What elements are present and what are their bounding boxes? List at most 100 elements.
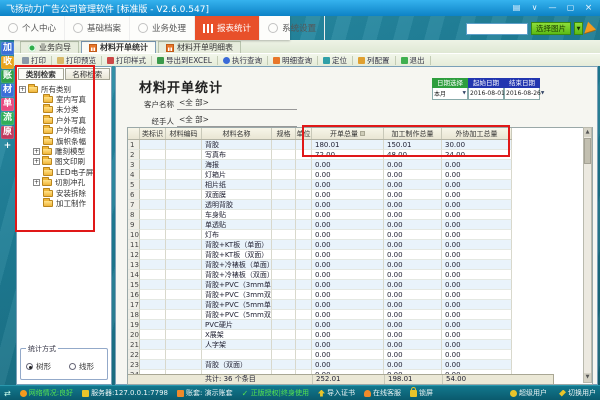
nav-item-4[interactable]: 系统设置 [260,16,325,40]
cell-open-total: 0.00 [312,240,384,250]
column-header-2[interactable]: 材料名称 [202,128,272,139]
toolbar-button-0[interactable]: 打印 [18,55,50,66]
account-book-icon [177,390,184,397]
date-col-value[interactable]: 2016-08-01▼ [468,88,504,100]
table-row[interactable]: 16背胶+PVC（3mm双0.000.000.00 [128,290,512,300]
cell-process-total: 0.00 [384,290,442,300]
nav-item-2[interactable]: 业务处理 [130,16,195,40]
side-tab-1[interactable]: 收 [1,56,14,69]
side-tab-7[interactable]: + [1,140,14,153]
toolbar-button-1[interactable]: 打印预览 [53,55,100,66]
table-row[interactable]: 12背胶+KT板（双面）0.000.000.00 [128,250,512,260]
tab-2[interactable]: 材料开单明细表 [158,41,241,53]
table-row[interactable]: 21人字架0.000.000.00 [128,340,512,350]
nav-item-3[interactable]: 报表统计 [195,16,260,40]
status-right-item-1[interactable]: 切换用户 [559,388,596,398]
super-user-icon [510,390,517,397]
table-row[interactable]: 9单透贴0.000.000.00 [128,220,512,230]
toolbar-button-label: 执行查询 [232,55,262,66]
stats-radio-1[interactable]: 线形 [69,361,94,372]
table-row[interactable]: 5相片纸0.000.000.00 [128,180,512,190]
side-tab-2[interactable]: 账 [1,70,14,83]
status-item-5[interactable]: 在线客服 [364,388,401,398]
maximize-button[interactable] [565,3,576,13]
table-row[interactable]: 23背胶（双面）0.000.000.00 [128,360,512,370]
cell-material-name: 背胶+PVC（5mm双 [202,310,272,320]
table-row[interactable]: 17背胶+PVC（5mm单0.000.000.00 [128,300,512,310]
cell-open-total: 0.00 [312,330,384,340]
toolbar-button-2[interactable]: 打印样式 [103,55,150,66]
minimize-button[interactable] [547,3,558,13]
cell-material-name: 背胶+冷裱板（双面） [202,270,272,280]
scroll-thumb[interactable] [584,138,591,164]
grid-vertical-scrollbar[interactable]: ▲ ▼ [583,127,592,383]
toolbar-button-8[interactable]: 退出 [397,55,429,66]
cell-open-total: 0.00 [312,160,384,170]
toolbar-button-label: 列配置 [367,55,390,66]
side-tab-5[interactable]: 流 [1,112,14,125]
cell-material-code [166,330,202,340]
cell-material-name: 背胶（双面） [202,360,272,370]
filter-value-field[interactable]: <全 部> [177,114,297,127]
toolbar-button-6[interactable]: 定位 [319,55,351,66]
table-row[interactable]: 18背胶+PVC（5mm双0.000.000.00 [128,310,512,320]
pick-image-button[interactable]: 选择图片 [531,22,571,35]
window-controls [511,3,594,13]
status-item-4[interactable]: 导入证书 [318,388,355,398]
status-right-item-0[interactable]: 超级用户 [510,388,547,398]
cell-open-total: 0.00 [312,320,384,330]
stats-radio-0[interactable]: 树形 [26,361,51,372]
table-row[interactable]: 15背胶+PVC（3mm单0.000.000.00 [128,280,512,290]
toolbar-button-4[interactable]: 执行查询 [219,55,266,66]
toolbar-button-5[interactable]: 明细查询 [269,55,316,66]
table-row[interactable]: 14背胶+冷裱板（双面）0.000.000.00 [128,270,512,280]
server-icon [82,390,89,397]
document-icon[interactable] [511,3,522,13]
tab-1[interactable]: 材料开单统计 [81,41,156,53]
column-header-0[interactable]: 类标识 [140,128,166,139]
status-left: 网络情况:良好服务器:127.0.0.1:7798账套: 演示账套正版授权|终身… [20,388,433,398]
column-header-3[interactable]: 规格 [272,128,296,139]
table-row[interactable]: 13背胶+冷裱板（单面）0.000.000.00 [128,260,512,270]
cell-class-flag [140,360,166,370]
pick-image-dropdown-arrow-icon[interactable]: ▼ [574,22,583,35]
status-item-6[interactable]: 锁屏 [410,388,433,398]
switch-user-icon [559,390,566,397]
dropdown-arrow-icon[interactable]: ▼ [463,91,466,96]
cell-rownum: 12 [128,250,140,260]
table-row[interactable]: 19PVC硬片0.000.000.00 [128,320,512,330]
skin-icon[interactable] [529,3,540,13]
scroll-down-icon[interactable]: ▼ [584,373,591,382]
table-row[interactable]: 7透明背胶0.000.000.00 [128,200,512,210]
table-row[interactable]: 4灯箱片0.000.000.00 [128,170,512,180]
toolbar-separator [51,56,52,65]
side-shortcut-tabs: 加收账材单流原+ [1,42,14,153]
table-row[interactable]: 10灯布0.000.000.00 [128,230,512,240]
table-row[interactable]: 11背胶+KT板（单面）0.000.000.00 [128,240,512,250]
side-tab-6[interactable]: 原 [1,126,14,139]
side-tab-0[interactable]: 加 [1,42,14,55]
column-header-1[interactable]: 材料编码 [166,128,202,139]
image-search-input[interactable] [466,23,528,35]
side-tab-4[interactable]: 单 [1,98,14,111]
date-col-value[interactable]: 2016-08-26▼ [504,88,540,100]
toolbar-button-3[interactable]: 导出到EXCEL [153,55,216,66]
nav-item-0[interactable]: 个人中心 [0,16,65,40]
scroll-up-icon[interactable]: ▲ [584,128,591,137]
side-tab-3[interactable]: 材 [1,84,14,97]
cell-outsource-total: 0.00 [442,170,512,180]
table-row[interactable]: 6双面膜0.000.000.00 [128,190,512,200]
toolbar-separator [430,56,431,65]
dropdown-arrow-icon[interactable]: ▼ [541,91,544,96]
filter-value-field[interactable]: <全 部> [177,97,297,110]
table-row[interactable]: 20X展架0.000.000.00 [128,330,512,340]
tab-0[interactable]: 业务向导 [20,41,79,53]
table-row[interactable]: 3海报0.000.000.00 [128,160,512,170]
table-row[interactable]: 220.000.000.00 [128,350,512,360]
date-col-value[interactable]: 本月▼ [432,88,468,100]
toolbar-button-7[interactable]: 列配置 [354,55,394,66]
cell-outsource-total: 0.00 [442,350,512,360]
close-button[interactable] [583,3,594,13]
table-row[interactable]: 8车身贴0.000.000.00 [128,210,512,220]
nav-item-1[interactable]: 基础档案 [65,16,130,40]
